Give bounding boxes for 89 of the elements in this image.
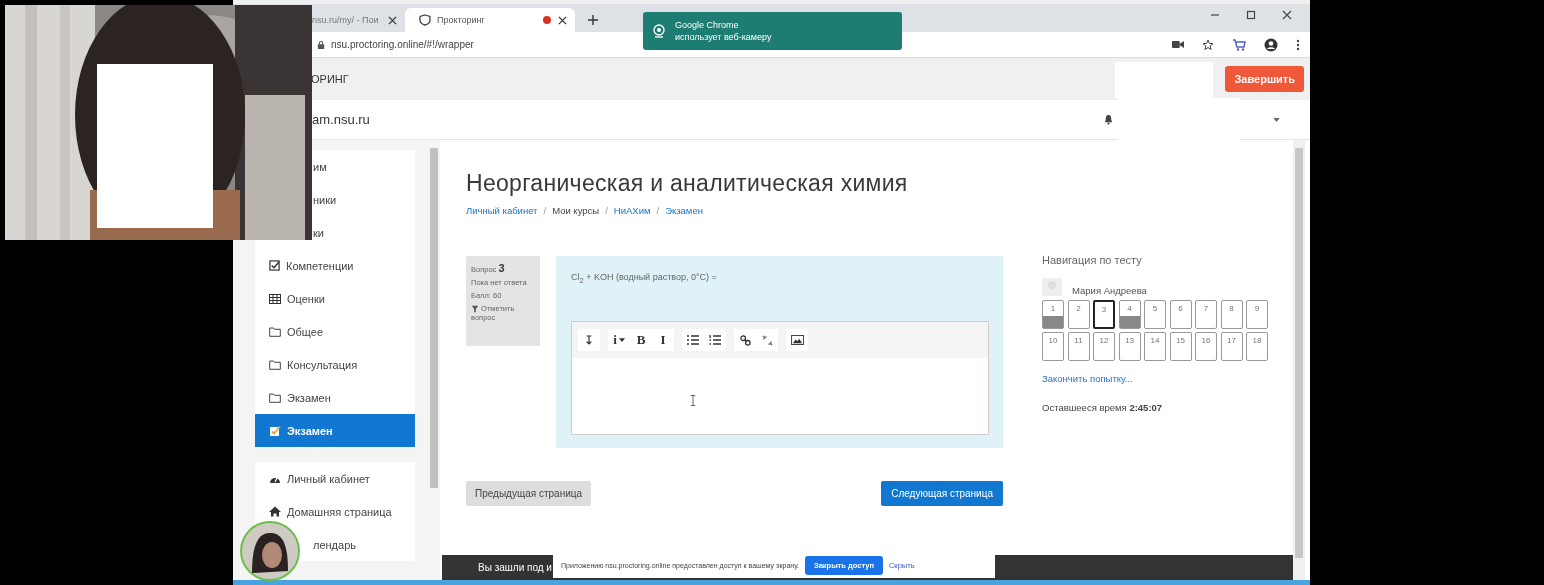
webcam-icon bbox=[652, 24, 666, 38]
quiz-icon bbox=[269, 424, 281, 437]
question-nav-button[interactable]: 3 bbox=[1093, 300, 1115, 329]
question-nav-button[interactable]: 17 bbox=[1220, 332, 1243, 361]
login-info-text: Вы зашли под и bbox=[478, 562, 552, 573]
question-nav-button[interactable]: 1 bbox=[1042, 300, 1064, 329]
numbered-list-icon bbox=[709, 335, 721, 345]
image-icon bbox=[790, 335, 804, 345]
browser-tab[interactable]: Прокторинг bbox=[405, 8, 575, 32]
profile-icon[interactable] bbox=[1264, 37, 1278, 52]
folder-icon bbox=[269, 326, 281, 337]
notification-text: использует веб-камеру bbox=[675, 31, 772, 43]
question-nav-button[interactable]: 4 bbox=[1118, 300, 1141, 329]
user-name[interactable]: Мария Андреева bbox=[1072, 285, 1147, 296]
question-nav-button[interactable]: 12 bbox=[1093, 332, 1115, 361]
bell-icon[interactable] bbox=[1104, 114, 1113, 125]
notification-title: Google Chrome bbox=[675, 19, 740, 31]
finish-attempt-link[interactable]: Закончить попытку... bbox=[1042, 373, 1272, 384]
collapse-icon bbox=[585, 335, 593, 345]
new-tab-icon[interactable] bbox=[587, 14, 599, 26]
close-icon[interactable] bbox=[558, 15, 567, 25]
caret-icon[interactable] bbox=[1273, 117, 1280, 122]
answer-editor[interactable]: i B I bbox=[571, 321, 989, 435]
home-icon bbox=[269, 506, 281, 517]
breadcrumb-separator: / bbox=[543, 205, 547, 216]
question-nav-button[interactable]: 11 bbox=[1067, 332, 1090, 361]
maximize-icon[interactable] bbox=[1246, 10, 1256, 20]
unlink-icon bbox=[761, 334, 773, 346]
sidebar-item[interactable]: ки bbox=[313, 226, 324, 239]
breadcrumb-item: Мои курсы bbox=[552, 205, 600, 216]
close-icon[interactable] bbox=[1282, 10, 1292, 20]
sidebar-item[interactable]: Оценки bbox=[255, 282, 415, 315]
sidebar-item[interactable]: Общее bbox=[255, 315, 415, 348]
question-nav-button[interactable]: 2 bbox=[1067, 300, 1090, 329]
sidebar-item[interactable]: ники bbox=[313, 193, 337, 206]
question-text: Cl$_{2}$ + KOH (водный раствор, 0°C) = bbox=[571, 272, 718, 287]
url-text[interactable]: nsu.proctoring.online/#!/wrapper bbox=[331, 39, 474, 50]
breadcrumb-separator: / bbox=[656, 205, 660, 216]
flag-icon bbox=[471, 305, 479, 313]
text-cursor-icon bbox=[690, 394, 696, 406]
question-nav-button[interactable]: 8 bbox=[1220, 300, 1243, 329]
next-page-button[interactable]: Следующая страница bbox=[881, 481, 1003, 506]
breadcrumb-item[interactable]: НиАХим bbox=[613, 205, 651, 216]
sidebar-item[interactable]: Экзамен bbox=[255, 414, 415, 447]
question-nav-button[interactable]: 5 bbox=[1144, 300, 1166, 329]
sidebar-item[interactable]: Консультация bbox=[255, 348, 415, 381]
table-icon bbox=[269, 293, 281, 304]
link-icon bbox=[739, 334, 751, 346]
navigation-title: Навигация по тесту bbox=[1042, 254, 1143, 266]
folder-icon bbox=[269, 392, 281, 403]
question-nav-button[interactable]: 7 bbox=[1195, 300, 1217, 329]
sidebar-item[interactable]: Домашняя страница bbox=[255, 495, 415, 528]
sidebar-item[interactable]: Компетенции bbox=[255, 249, 415, 282]
page-title: Неорганическая и аналитическая химия bbox=[466, 169, 909, 198]
browser-tab[interactable]: nsu.ru/my/ - Пои bbox=[308, 8, 405, 32]
breadcrumb-separator: / bbox=[605, 205, 608, 216]
question-nav-button[interactable]: 10 bbox=[1042, 332, 1064, 361]
sidebar-item[interactable]: Личный кабинет bbox=[255, 462, 415, 495]
finish-button[interactable]: Завершить bbox=[1225, 66, 1304, 92]
camera-icon[interactable] bbox=[1172, 40, 1184, 49]
question-nav-button[interactable]: 16 bbox=[1195, 332, 1217, 361]
shield-icon bbox=[419, 14, 431, 26]
folder-icon bbox=[269, 359, 281, 370]
breadcrumb-item[interactable]: Личный кабинет bbox=[466, 205, 538, 216]
breadcrumb-item[interactable]: Экзамен bbox=[665, 205, 703, 216]
site-name[interactable]: am.nsu.ru bbox=[312, 112, 370, 127]
caret-icon bbox=[618, 338, 625, 342]
question-nav-button[interactable]: 18 bbox=[1246, 332, 1268, 361]
sidebar-item[interactable]: лендарь bbox=[313, 538, 356, 551]
checkbox-icon bbox=[269, 260, 280, 271]
close-icon[interactable] bbox=[388, 15, 397, 25]
sidebar-item[interactable]: Экзамен bbox=[255, 381, 415, 414]
lock-icon[interactable] bbox=[317, 39, 325, 50]
bulleted-list-icon bbox=[687, 335, 699, 345]
scrollbar[interactable] bbox=[430, 148, 438, 488]
question-nav-button[interactable]: 9 bbox=[1246, 300, 1268, 329]
menu-icon[interactable] bbox=[1296, 38, 1300, 51]
question-nav-button[interactable]: 14 bbox=[1144, 332, 1166, 361]
question-nav-button[interactable]: 13 bbox=[1118, 332, 1141, 361]
previous-page-button[interactable]: Предыдущая страница bbox=[466, 481, 592, 506]
question-nav-button[interactable]: 6 bbox=[1169, 300, 1192, 329]
app-title: ОРИНГ bbox=[311, 73, 349, 85]
time-left: Оставшееся время 2:45:07 bbox=[1042, 402, 1164, 413]
star-icon[interactable] bbox=[1202, 38, 1214, 51]
question-nav-button[interactable]: 15 bbox=[1169, 332, 1192, 361]
scrollbar[interactable] bbox=[1293, 140, 1305, 580]
cart-icon[interactable] bbox=[1232, 38, 1246, 51]
sidebar-item[interactable]: им bbox=[313, 160, 327, 173]
user-avatar-icon bbox=[1042, 278, 1062, 296]
